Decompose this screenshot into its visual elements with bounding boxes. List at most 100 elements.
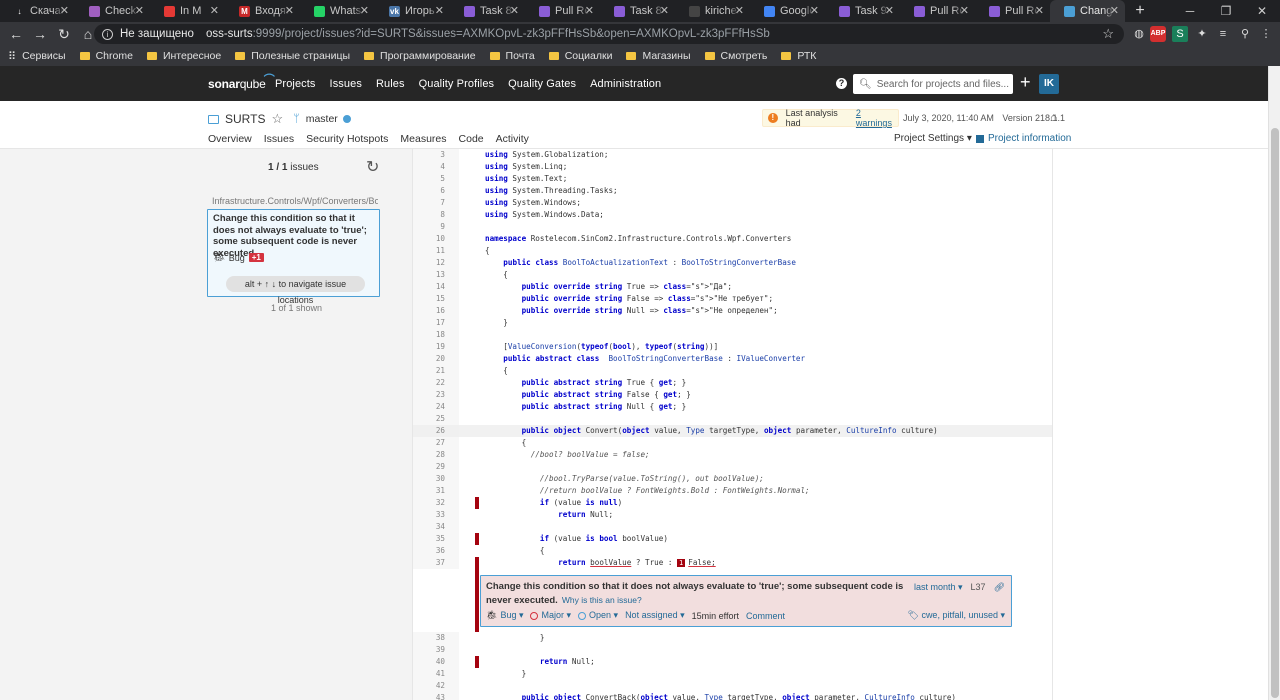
code-line[interactable]: 7 using System.Windows; bbox=[413, 197, 1052, 209]
issue-assignee-dropdown[interactable]: Not assigned ▾ bbox=[625, 610, 685, 621]
code-line[interactable]: 33 return Null; bbox=[413, 509, 1052, 521]
help-icon[interactable]: ? bbox=[836, 78, 847, 89]
sonarqube-logo[interactable]: sonarqube ⌒ bbox=[208, 74, 275, 91]
code-line[interactable]: 19 [ValueConversion(typeof(bool), typeof… bbox=[413, 341, 1052, 353]
issue-status-dropdown[interactable]: Open ▾ bbox=[589, 610, 618, 621]
tab-close-icon[interactable]: ✕ bbox=[60, 4, 69, 17]
back-icon[interactable]: ← bbox=[4, 26, 28, 42]
issue-date-link[interactable]: last month ▾ bbox=[914, 582, 963, 593]
project-tab[interactable]: Overview bbox=[208, 133, 252, 145]
project-tab[interactable]: Activity bbox=[496, 133, 529, 145]
project-name[interactable]: SURTS bbox=[225, 112, 265, 126]
project-tab[interactable]: Security Hotspots bbox=[306, 133, 388, 145]
adblock-icon[interactable]: ABP bbox=[1150, 26, 1166, 42]
branch-name[interactable]: master bbox=[306, 113, 338, 125]
project-tab[interactable]: Measures bbox=[400, 133, 446, 145]
line-number[interactable]: 14 bbox=[413, 281, 459, 293]
line-number[interactable]: 29 bbox=[413, 461, 459, 473]
project-tab[interactable]: Code bbox=[459, 133, 484, 145]
tab-close-icon[interactable]: ✕ bbox=[885, 4, 894, 17]
code-line[interactable]: 32 if (value is null) bbox=[413, 497, 1052, 509]
line-number[interactable]: 32 bbox=[413, 497, 459, 509]
code-line[interactable]: 24 public abstract string Null { get; } bbox=[413, 401, 1052, 413]
project-information-link[interactable]: Project information bbox=[976, 133, 1071, 144]
line-number[interactable]: 38 bbox=[413, 632, 459, 644]
browser-tab[interactable]: Check Pc✕ bbox=[75, 0, 150, 22]
issue-line-marker[interactable] bbox=[475, 656, 479, 668]
line-number[interactable]: 33 bbox=[413, 509, 459, 521]
project-settings-menu[interactable]: Project Settings ▾ bbox=[894, 133, 972, 144]
code-line[interactable]: 40 return Null; bbox=[413, 656, 1052, 668]
comment-link[interactable]: Comment bbox=[746, 611, 785, 621]
line-number[interactable]: 10 bbox=[413, 233, 459, 245]
issue-severity-dropdown[interactable]: Major ▾ bbox=[541, 610, 571, 621]
line-number[interactable]: 8 bbox=[413, 209, 459, 221]
code-line[interactable]: 38 } bbox=[413, 632, 1052, 644]
browser-tab[interactable]: Task 920✕ bbox=[825, 0, 900, 22]
line-number[interactable]: 20 bbox=[413, 353, 459, 365]
browser-tab[interactable]: Change✕ bbox=[1050, 0, 1125, 22]
code-line[interactable]: 36 { bbox=[413, 545, 1052, 557]
line-number[interactable]: 11 bbox=[413, 245, 459, 257]
tab-close-icon[interactable]: ✕ bbox=[585, 4, 594, 17]
profile-icon[interactable]: ⚲ bbox=[1237, 26, 1253, 42]
code-line[interactable]: 5 using System.Text; bbox=[413, 173, 1052, 185]
line-number[interactable]: 6 bbox=[413, 185, 459, 197]
browser-tab[interactable]: Pull Requ✕ bbox=[975, 0, 1050, 22]
code-line[interactable]: 25 bbox=[413, 413, 1052, 425]
close-window-icon[interactable]: ✕ bbox=[1244, 0, 1280, 22]
line-number[interactable]: 41 bbox=[413, 668, 459, 680]
info-icon[interactable]: i bbox=[102, 28, 113, 40]
favorite-star-icon[interactable]: ☆ bbox=[271, 111, 283, 127]
bookmark-item[interactable]: Интересное bbox=[146, 50, 221, 62]
url-bar[interactable]: i Не защищено oss-surts :9999/project/is… bbox=[94, 24, 1124, 44]
issue-type-dropdown[interactable]: Bug ▾ bbox=[500, 610, 523, 621]
line-number[interactable]: 36 bbox=[413, 545, 459, 557]
maximize-icon[interactable]: ❐ bbox=[1208, 0, 1244, 22]
line-number[interactable]: 30 bbox=[413, 473, 459, 485]
why-issue-link[interactable]: Why is this an issue? bbox=[562, 595, 642, 605]
issue-line-marker[interactable] bbox=[475, 557, 479, 569]
line-number[interactable]: 43 bbox=[413, 692, 459, 700]
code-line[interactable]: 4 using System.Linq; bbox=[413, 161, 1052, 173]
star-icon[interactable]: ☆ bbox=[1102, 26, 1114, 42]
tab-close-icon[interactable]: ✕ bbox=[210, 4, 219, 17]
line-number[interactable]: 16 bbox=[413, 305, 459, 317]
line-number[interactable]: 3 bbox=[413, 149, 459, 161]
bookmark-item[interactable]: Социалки bbox=[548, 50, 612, 62]
bookmark-item[interactable]: Программирование bbox=[364, 50, 476, 62]
line-number[interactable]: 25 bbox=[413, 413, 459, 425]
line-number[interactable]: 22 bbox=[413, 377, 459, 389]
create-plus-icon[interactable]: + bbox=[1020, 72, 1031, 93]
browser-tab[interactable]: Pull Req✕ bbox=[525, 0, 600, 22]
code-line[interactable]: 15 public override string False => class… bbox=[413, 293, 1052, 305]
tab-close-icon[interactable]: ✕ bbox=[360, 4, 369, 17]
bookmark-item[interactable]: РТК bbox=[781, 50, 816, 62]
code-line[interactable]: 20 public abstract class BoolToStringCon… bbox=[413, 353, 1052, 365]
code-line[interactable]: 21 { bbox=[413, 365, 1052, 377]
code-line[interactable]: 34 bbox=[413, 521, 1052, 533]
code-line[interactable]: 12 public class BoolToActualizationText … bbox=[413, 257, 1052, 269]
line-number[interactable]: 7 bbox=[413, 197, 459, 209]
line-number[interactable]: 37 bbox=[413, 557, 459, 569]
browser-tab[interactable]: Google ✕ bbox=[750, 0, 825, 22]
permalink-icon[interactable]: 🔗︎ bbox=[994, 582, 1005, 593]
code-line[interactable]: 37 return boolValue ? True : 1 False; bbox=[413, 557, 1052, 569]
code-line[interactable]: 28 //bool? boolValue = false; bbox=[413, 449, 1052, 461]
code-line[interactable]: 9 bbox=[413, 221, 1052, 233]
tab-close-icon[interactable]: ✕ bbox=[810, 4, 819, 17]
tab-close-icon[interactable]: ✕ bbox=[510, 4, 519, 17]
code-line[interactable]: 14 public override string True => class=… bbox=[413, 281, 1052, 293]
code-line[interactable]: 26 public object Convert(object value, T… bbox=[413, 425, 1052, 437]
playlist-icon[interactable]: ≡ bbox=[1215, 26, 1231, 42]
warnings-link[interactable]: 2 warnings bbox=[856, 108, 898, 128]
tab-close-icon[interactable]: ✕ bbox=[135, 4, 144, 17]
tab-close-icon[interactable]: ✕ bbox=[285, 4, 294, 17]
browser-tab[interactable]: ↓Скачанн✕ bbox=[0, 0, 75, 22]
line-number[interactable]: 21 bbox=[413, 365, 459, 377]
code-line[interactable]: 18 bbox=[413, 329, 1052, 341]
tab-close-icon[interactable]: ✕ bbox=[660, 4, 669, 17]
nav-item[interactable]: Issues bbox=[330, 78, 362, 90]
line-number[interactable]: 35 bbox=[413, 533, 459, 545]
code-line[interactable]: 8 using System.Windows.Data; bbox=[413, 209, 1052, 221]
